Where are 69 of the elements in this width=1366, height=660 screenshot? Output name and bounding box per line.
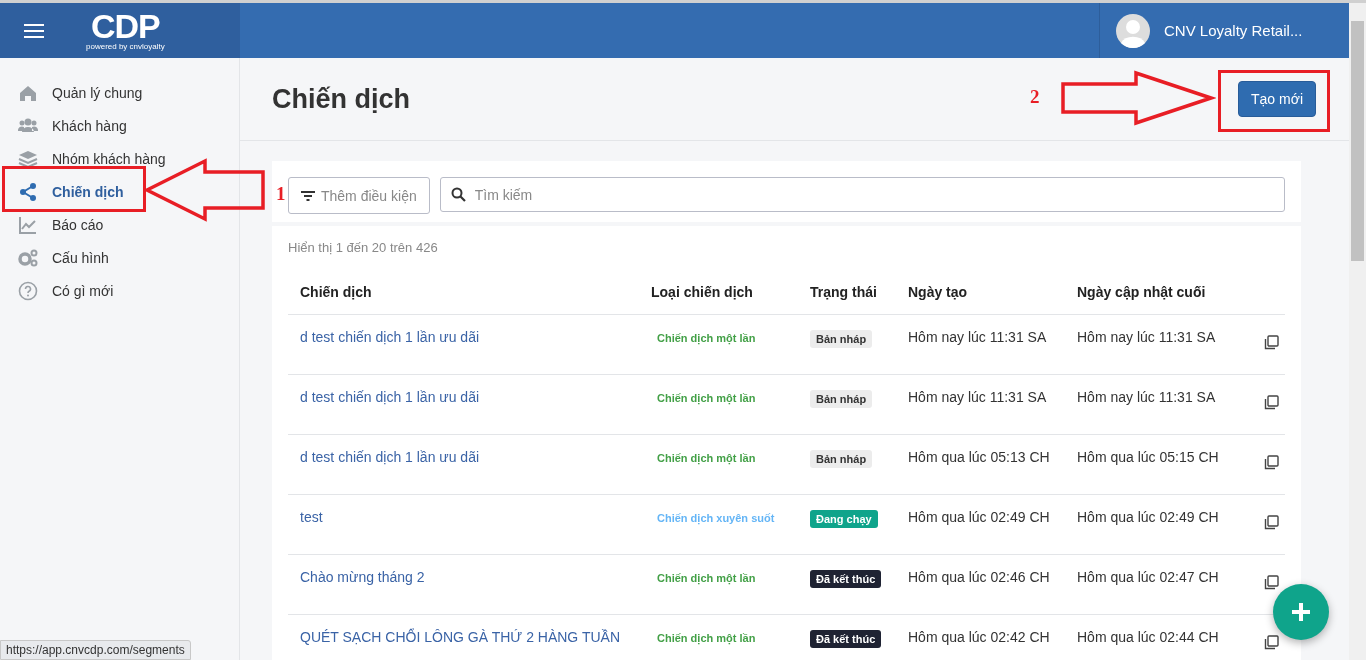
campaign-link[interactable]: test bbox=[300, 509, 323, 525]
settings-icon bbox=[18, 247, 38, 268]
copy-icon[interactable] bbox=[1264, 635, 1279, 650]
filter-icon bbox=[301, 190, 315, 201]
status-badge: Bản nháp bbox=[810, 450, 873, 468]
status-url-text: https://app.cnvcdp.com/segments bbox=[6, 643, 185, 657]
table-cell: Hôm nay lúc 11:31 SA bbox=[1077, 389, 1216, 405]
status-badge: Đã kết thúc bbox=[810, 630, 882, 648]
table-cell: Hôm qua lúc 05:13 CH bbox=[908, 449, 1050, 465]
help-icon bbox=[18, 280, 38, 301]
column-header: Trạng thái bbox=[798, 270, 896, 315]
campaign-type: Chiến dịch một lần bbox=[657, 632, 756, 644]
avatar-icon[interactable] bbox=[1116, 13, 1150, 48]
table-cell: Hôm qua lúc 05:15 CH bbox=[1077, 449, 1219, 465]
user-name[interactable]: CNV Loyalty Retail... bbox=[1164, 22, 1303, 39]
table-cell: Hôm qua lúc 02:44 CH bbox=[1077, 629, 1219, 645]
column-header: Loại chiến dịch bbox=[639, 270, 798, 315]
table-cell: Hôm qua lúc 02:49 CH bbox=[908, 509, 1050, 525]
table-cell: Hôm qua lúc 02:42 CH bbox=[908, 629, 1050, 645]
status-badge: Đang chạy bbox=[810, 510, 878, 528]
table-cell: Hôm qua lúc 02:47 CH bbox=[1077, 569, 1219, 585]
copy-icon[interactable] bbox=[1264, 335, 1279, 350]
step-number: 1 bbox=[276, 183, 286, 205]
scrollbar-thumb[interactable] bbox=[1351, 21, 1364, 261]
sidebar-item[interactable]: Khách hàng bbox=[0, 109, 239, 142]
table-cell: Hôm nay lúc 11:31 SA bbox=[908, 329, 1047, 345]
table-cell: Hôm qua lúc 02:46 CH bbox=[908, 569, 1050, 585]
campaign-type: Chiến dịch xuyên suốt bbox=[657, 512, 775, 524]
menu-icon[interactable] bbox=[24, 22, 44, 39]
copy-icon[interactable] bbox=[1264, 395, 1279, 410]
status-badge: Bản nháp bbox=[810, 330, 873, 348]
page-title: Chiến dịch bbox=[272, 83, 410, 115]
line-chart-icon bbox=[18, 214, 38, 235]
add-condition-button[interactable]: Thêm điều kiện bbox=[288, 177, 430, 214]
copy-icon[interactable] bbox=[1264, 515, 1279, 530]
sidebar-item[interactable]: Báo cáo bbox=[0, 208, 239, 241]
sidebar-item[interactable]: Quản lý chung bbox=[0, 76, 239, 109]
sidebar-item[interactable]: Chiến dịch bbox=[0, 175, 239, 208]
campaign-type: Chiến dịch một lần bbox=[657, 452, 756, 464]
column-header: Ngày tạo bbox=[896, 270, 1065, 315]
campaign-type: Chiến dịch một lần bbox=[657, 392, 756, 404]
column-header: Chiến dịch bbox=[288, 270, 639, 315]
campaign-link[interactable]: Chào mừng tháng 2 bbox=[300, 569, 425, 585]
campaign-link[interactable]: d test chiến dịch 1 lần ưu dãi bbox=[300, 449, 480, 465]
sidebar-item[interactable]: Có gì mới bbox=[0, 274, 239, 307]
campaign-type: Chiến dịch một lần bbox=[657, 332, 756, 344]
layers-icon bbox=[18, 148, 38, 169]
copy-icon[interactable] bbox=[1264, 575, 1279, 590]
campaign-link[interactable]: QUÉT SẠCH CHỔI LÔNG GÀ THỨ 2 HÀNG TUẦN bbox=[300, 629, 620, 645]
status-badge: Đã kết thúc bbox=[810, 570, 882, 588]
share-icon bbox=[18, 181, 38, 202]
step-number: 2 bbox=[1030, 86, 1040, 108]
table-cell: Hôm nay lúc 11:31 SA bbox=[908, 389, 1047, 405]
status-badge: Bản nháp bbox=[810, 390, 873, 408]
results-summary: Hiển thị 1 đến 20 trên 426 bbox=[288, 240, 439, 255]
campaign-link[interactable]: d test chiến dịch 1 lần ưu dãi bbox=[300, 329, 480, 345]
logo-text: CDP bbox=[90, 9, 160, 42]
sidebar-item[interactable]: Cấu hình bbox=[0, 241, 239, 274]
column-header: Ngày cập nhật cuối bbox=[1065, 270, 1246, 315]
create-button[interactable]: Tạo mới bbox=[1238, 81, 1316, 117]
sidebar-item[interactable]: Nhóm khách hàng bbox=[0, 142, 239, 175]
table-cell: Hôm nay lúc 11:31 SA bbox=[1077, 329, 1216, 345]
table-cell: Hôm qua lúc 02:49 CH bbox=[1077, 509, 1219, 525]
search-field[interactable]: Tìm kiếm bbox=[439, 177, 1285, 212]
campaign-type: Chiến dịch một lần bbox=[657, 572, 756, 584]
copy-icon[interactable] bbox=[1264, 455, 1279, 470]
logo-tagline: powered by cnvloyalty bbox=[86, 41, 165, 52]
campaign-link[interactable]: d test chiến dịch 1 lần ưu dãi bbox=[300, 389, 480, 405]
plus-icon bbox=[1291, 602, 1311, 622]
